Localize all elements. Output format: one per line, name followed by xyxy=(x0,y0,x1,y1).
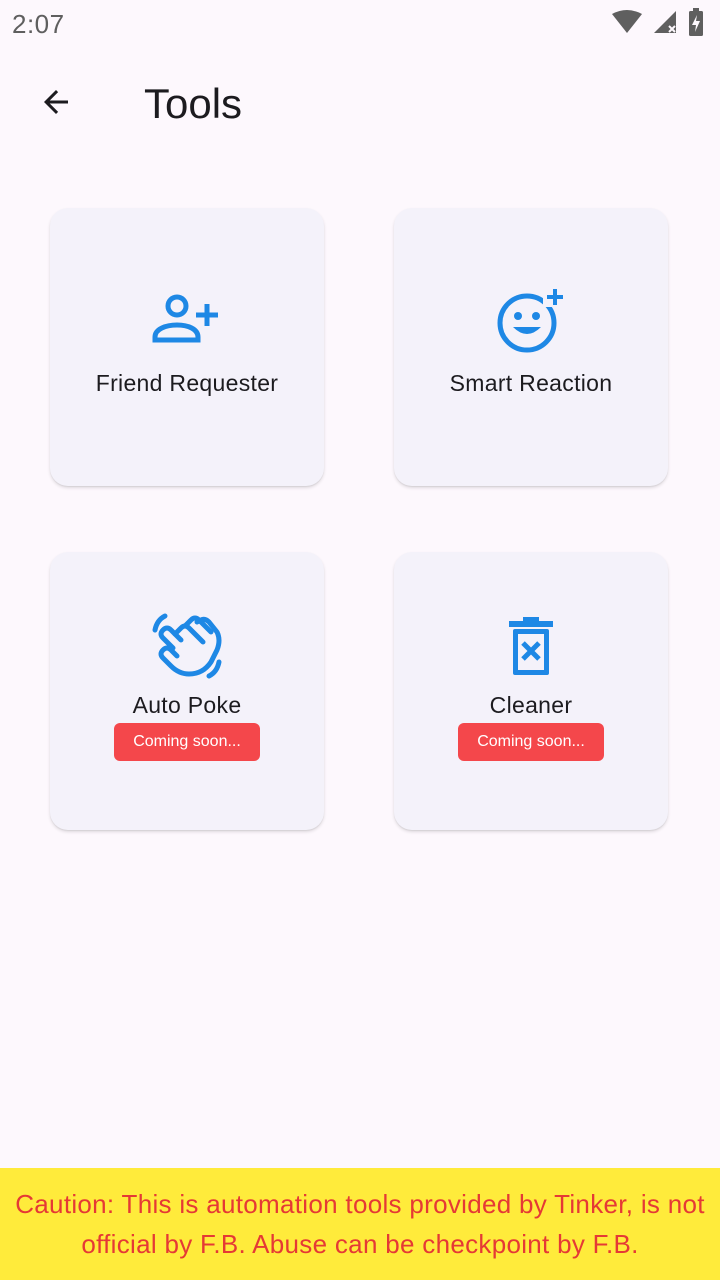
coming-soon-badge: Coming soon... xyxy=(458,723,604,761)
delete-forever-icon xyxy=(495,610,567,682)
status-icons xyxy=(612,7,704,41)
tool-card-cleaner[interactable]: Cleaner Coming soon... xyxy=(394,552,668,830)
app-bar: Tools xyxy=(0,60,720,148)
arrow-back-icon xyxy=(38,84,74,125)
back-button[interactable] xyxy=(28,76,84,132)
status-bar: 2:07 xyxy=(0,0,720,48)
page-title: Tools xyxy=(144,80,243,127)
tool-card-smart-reaction[interactable]: Smart Reaction xyxy=(394,208,668,486)
waving-hand-icon xyxy=(151,610,223,682)
wifi-icon xyxy=(612,9,642,39)
tool-card-friend-requester[interactable]: Friend Requester xyxy=(50,208,324,486)
tool-label: Auto Poke xyxy=(132,692,242,718)
tool-label: Friend Requester xyxy=(95,370,279,396)
caution-text: Caution: This is automation tools provid… xyxy=(15,1189,705,1259)
tool-card-auto-poke[interactable]: Auto Poke Coming soon... xyxy=(50,552,324,830)
coming-soon-badge: Coming soon... xyxy=(114,723,260,761)
emoji-add-icon xyxy=(495,284,567,356)
tool-label: Smart Reaction xyxy=(449,370,613,396)
caution-banner: Caution: This is automation tools provid… xyxy=(0,1168,720,1280)
status-time: 2:07 xyxy=(12,8,65,39)
cell-signal-icon xyxy=(652,9,678,40)
tool-label: Cleaner xyxy=(489,692,573,718)
person-add-icon xyxy=(151,284,223,356)
battery-icon xyxy=(688,7,704,41)
